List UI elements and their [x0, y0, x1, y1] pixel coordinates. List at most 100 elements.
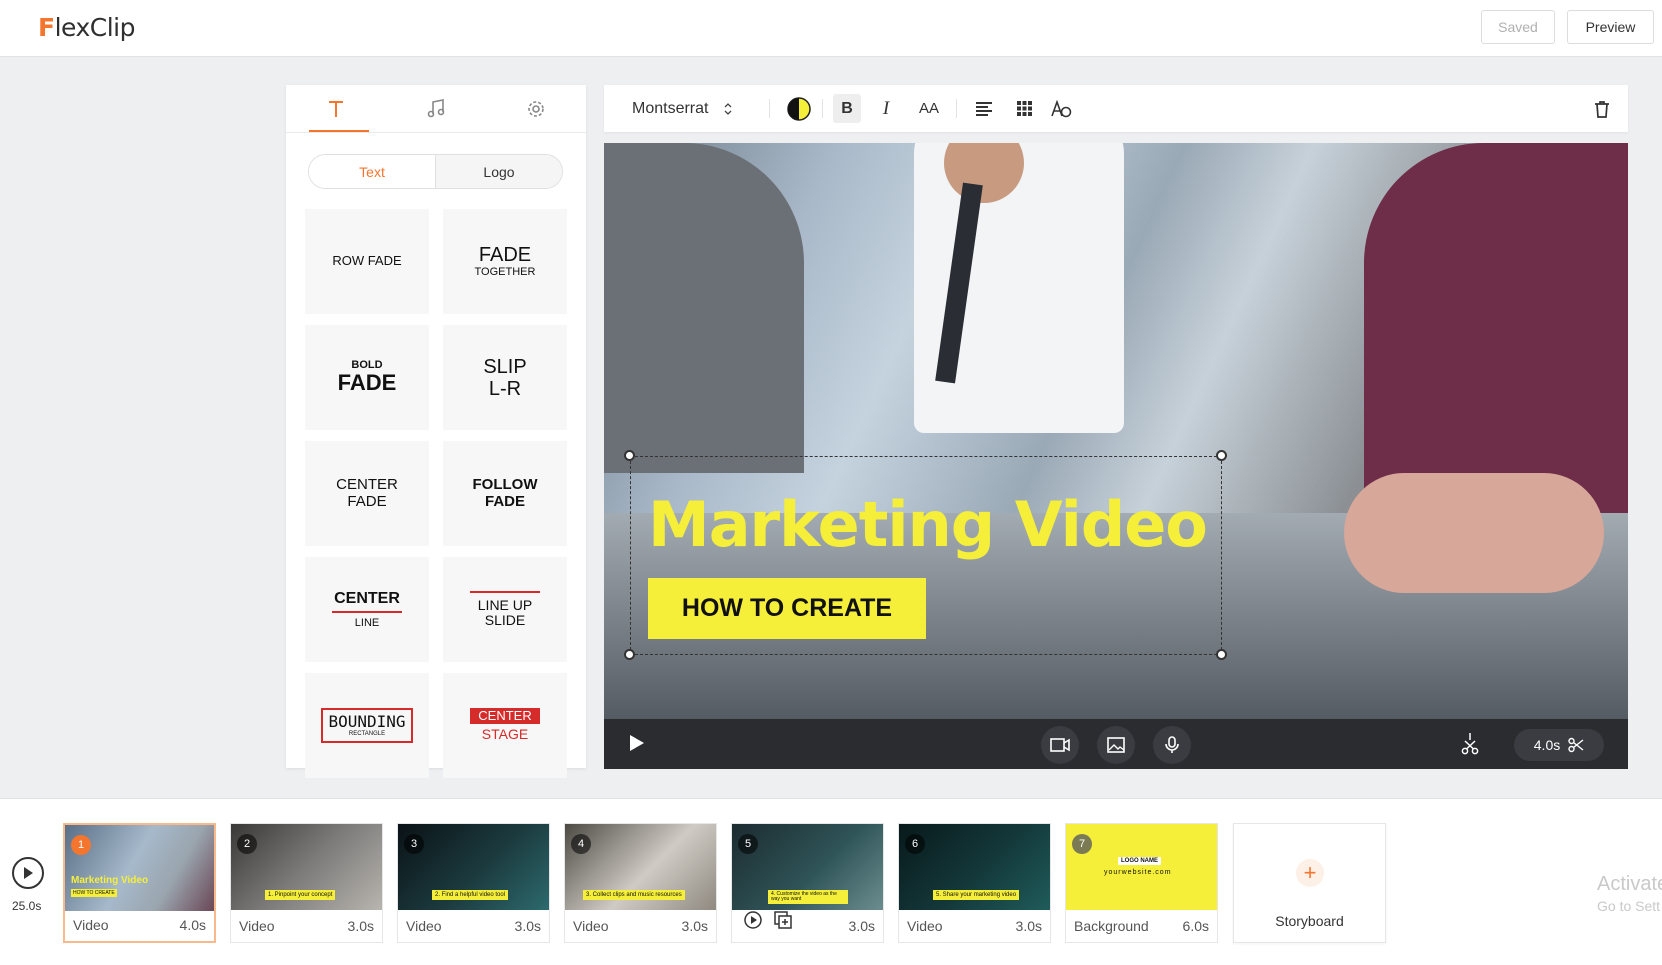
add-video-button[interactable] — [1041, 726, 1079, 764]
tile-slip-lr[interactable]: SLIP L-R — [443, 325, 567, 430]
bold-button[interactable]: B — [833, 94, 861, 123]
tile-center-fade[interactable]: CENTER FADE — [305, 441, 429, 546]
clip-number: 5 — [738, 834, 758, 854]
tile-row-fade[interactable]: ROW FADE — [305, 209, 429, 314]
tile-label: LINE UP — [469, 590, 541, 613]
clip-number: 1 — [71, 835, 91, 855]
resize-handle[interactable] — [624, 450, 635, 461]
player-controls: 4.0s — [604, 719, 1628, 769]
thumb-subtitle: HOW TO CREATE — [71, 889, 117, 897]
tile-bounding-rectangle[interactable]: BOUNDING RECTANGLE — [305, 673, 429, 778]
resize-handle[interactable] — [1216, 649, 1227, 660]
clip-caption: 4. Customize the video as the way you wa… — [768, 890, 848, 904]
saved-button[interactable]: Saved — [1481, 10, 1555, 44]
thumb-title: Marketing Video — [71, 875, 149, 886]
clip-thumbnail: 5 4. Customize the video as the way you … — [732, 824, 883, 910]
play-circle-icon — [744, 911, 762, 929]
clip-duration: 4.0s — [179, 917, 206, 933]
clip-duration: 6.0s — [1182, 918, 1209, 934]
tab-text[interactable] — [286, 85, 386, 132]
video-subtitle-text[interactable]: HOW TO CREATE — [648, 578, 926, 639]
clip-thumbnail: 6 5. Share your marketing video — [899, 824, 1050, 910]
clip-label: Video — [907, 918, 943, 934]
timeline-clip-6[interactable]: 6 5. Share your marketing video Video 3.… — [898, 823, 1051, 943]
person-shirt — [914, 143, 1124, 433]
video-title-text[interactable]: Marketing Video — [648, 488, 1208, 561]
resize-handle[interactable] — [1216, 450, 1227, 461]
flexclip-logo[interactable]: FlexClip — [38, 13, 135, 42]
text-segment[interactable]: Text — [309, 155, 436, 188]
clip-duration-button[interactable]: 4.0s — [1514, 729, 1604, 761]
clip-number: 2 — [237, 834, 257, 854]
play-all-button[interactable] — [12, 857, 44, 889]
clip-thumbnail: 1 Marketing Video HOW TO CREATE — [65, 825, 214, 911]
duplicate-icon — [774, 911, 792, 929]
timeline-clip-2[interactable]: 2 1. Pinpoint your concept Video 3.0s — [230, 823, 383, 943]
storyboard-button[interactable]: + Storyboard — [1233, 823, 1386, 943]
timeline-clip-4[interactable]: 4 3. Collect clips and music resources V… — [564, 823, 717, 943]
text-logo-toggle: Text Logo — [308, 154, 563, 189]
tile-line-up-slide[interactable]: LINE UP SLIDE — [443, 557, 567, 662]
play-button[interactable] — [630, 735, 644, 756]
tile-fade-together[interactable]: FADE TOGETHER — [443, 209, 567, 314]
tab-music[interactable] — [386, 85, 486, 132]
clip-label: Video — [73, 917, 109, 933]
clip-duration: 3.0s — [514, 918, 541, 934]
activation-watermark: Activate — [1597, 873, 1662, 895]
spacing-button[interactable] — [1006, 85, 1042, 132]
tile-follow-fade[interactable]: FOLLOW FADE — [443, 441, 567, 546]
panel-divider — [286, 132, 586, 133]
clip-duration: 3.0s — [1015, 918, 1042, 934]
play-icon — [630, 735, 644, 751]
clip-label: Video — [573, 918, 609, 934]
tile-bold-fade[interactable]: BOLD FADE — [305, 325, 429, 430]
storyboard-label: Storyboard — [1275, 913, 1344, 929]
font-select[interactable]: Montserrat — [632, 85, 772, 132]
add-image-button[interactable] — [1097, 726, 1135, 764]
timeline-clip-1[interactable]: 1 Marketing Video HOW TO CREATE Video 4.… — [63, 823, 216, 943]
logo-segment[interactable]: Logo — [436, 155, 562, 188]
tile-sublabel: LINE — [354, 616, 380, 629]
activation-watermark-sub: Go to Sett — [1597, 898, 1661, 914]
tile-sublabel: TOGETHER — [474, 266, 536, 279]
toolbar-divider — [822, 99, 823, 118]
timeline-clip-7[interactable]: 7 LOGO NAME yourwebsite.com Background 6… — [1065, 823, 1218, 943]
clip-thumbnail: 2 1. Pinpoint your concept — [231, 824, 382, 910]
clip-caption: 1. Pinpoint your concept — [265, 890, 336, 900]
trash-icon — [1595, 100, 1609, 118]
tile-center-stage[interactable]: CENTER STAGE — [443, 673, 567, 778]
color-button[interactable] — [779, 85, 819, 132]
tile-sublabel: STAGE — [481, 726, 529, 743]
tile-center-line[interactable]: CENTER LINE — [305, 557, 429, 662]
timeline-clip-3[interactable]: 3 2. Find a helpful video tool Video 3.0… — [397, 823, 550, 943]
music-icon — [427, 98, 445, 117]
tile-label: FADE — [478, 244, 532, 267]
text-style-button[interactable] — [1044, 85, 1080, 132]
clip-play-button[interactable] — [744, 911, 762, 934]
delete-button[interactable] — [1584, 85, 1620, 132]
font-name: Montserrat — [632, 99, 709, 117]
split-button[interactable] — [1460, 733, 1480, 760]
tile-label: CENTER — [332, 590, 402, 613]
tile-sublabel: FADE — [347, 492, 387, 510]
tile-label: SLIP — [483, 355, 527, 378]
tile-label: ROW FADE — [332, 253, 402, 269]
clip-duration: 4.0s — [1533, 737, 1561, 753]
clip-caption: 3. Collect clips and music resources — [583, 890, 685, 900]
clip-label: Video — [406, 918, 442, 934]
record-voice-button[interactable] — [1153, 726, 1191, 764]
toolbar-divider — [956, 99, 957, 118]
person-hand — [1344, 473, 1604, 593]
color-contrast-icon — [787, 96, 811, 121]
preview-button[interactable]: Preview — [1567, 10, 1654, 44]
video-canvas[interactable]: Marketing Video HOW TO CREATE — [604, 143, 1628, 719]
timeline-clip-5[interactable]: 5 4. Customize the video as the way you … — [731, 823, 884, 943]
top-bar: FlexClip Saved Preview — [0, 0, 1662, 57]
clip-duplicate-button[interactable] — [774, 911, 792, 934]
resize-handle[interactable] — [624, 649, 635, 660]
italic-button[interactable]: I — [872, 85, 900, 132]
font-size-button[interactable]: AA — [909, 85, 949, 132]
tile-label: FOLLOW — [472, 476, 538, 493]
align-button[interactable] — [966, 85, 1002, 132]
tab-settings[interactable] — [486, 85, 586, 132]
